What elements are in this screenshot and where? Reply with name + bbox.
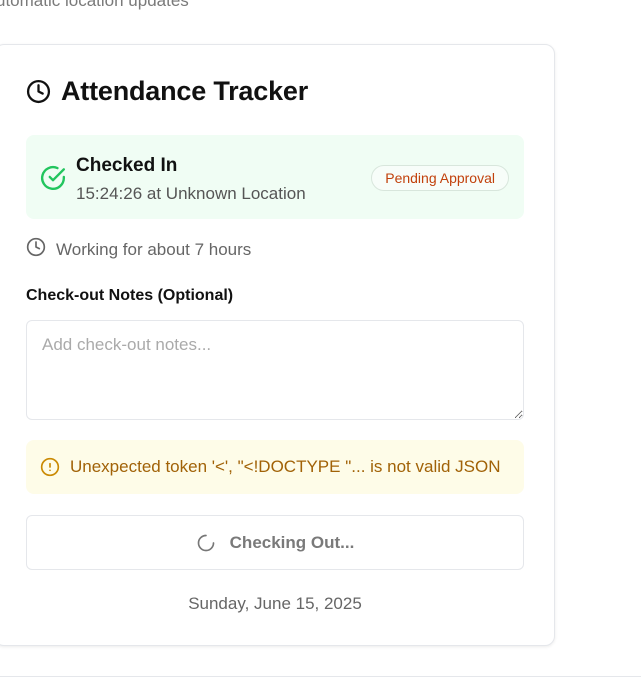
- check-circle-icon: [40, 165, 66, 196]
- check-out-button[interactable]: Checking Out...: [26, 515, 524, 570]
- check-out-button-label: Checking Out...: [229, 532, 355, 552]
- working-duration-text: Working for about 7 hours: [56, 239, 252, 259]
- error-message: Unexpected token '<', "<!DOCTYPE "... is…: [70, 457, 501, 476]
- error-alert: Unexpected token '<', "<!DOCTYPE "... is…: [26, 440, 524, 494]
- status-title: Checked In: [76, 155, 178, 176]
- checked-in-status: Checked In 15:24:26 at Unknown Location …: [26, 135, 524, 219]
- checkout-notes-input[interactable]: [26, 320, 524, 420]
- notes-label: Check-out Notes (Optional): [26, 287, 234, 304]
- alert-circle-icon: [40, 457, 60, 477]
- current-date: Sunday, June 15, 2025: [188, 594, 362, 613]
- card-title: Attendance Tracker: [61, 76, 309, 106]
- status-badge: Pending Approval: [371, 165, 509, 191]
- working-duration: Working for about 7 hours: [26, 237, 251, 262]
- divider: [0, 676, 641, 677]
- clock-icon: [26, 79, 51, 104]
- page: utomatic location updates Attendance Tra…: [0, 0, 641, 680]
- spinner-icon: [196, 533, 216, 553]
- status-detail: 15:24:26 at Unknown Location: [76, 184, 306, 203]
- card-header: Attendance Tracker: [26, 76, 308, 107]
- clock-icon: [26, 237, 46, 262]
- location-hint-text: utomatic location updates: [0, 0, 189, 10]
